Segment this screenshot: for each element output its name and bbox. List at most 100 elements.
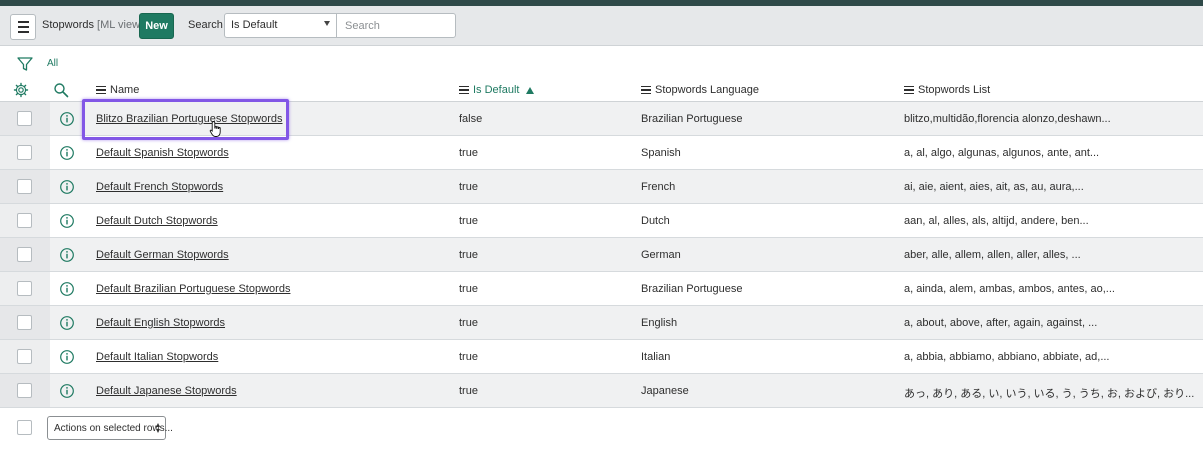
row-language: Japanese	[641, 385, 689, 397]
table-row: Default Brazilian Portuguese Stopwords t…	[0, 272, 1203, 306]
row-checkbox[interactable]	[17, 247, 32, 262]
row-checkbox[interactable]	[17, 111, 32, 126]
column-header-list-label: Stopwords List	[918, 84, 991, 96]
select-all-checkbox[interactable]	[17, 420, 32, 435]
column-header-name[interactable]: Name	[96, 84, 139, 96]
table-row: Default Italian Stopwords true Italian a…	[0, 340, 1203, 374]
row-is-default: false	[459, 113, 483, 125]
row-checkbox[interactable]	[17, 145, 32, 160]
row-stopwords-list: aan, al, alles, als, altijd, andere, ben…	[904, 215, 1089, 227]
row-name-link[interactable]: Default Italian Stopwords	[96, 351, 218, 363]
column-header-language-label: Stopwords Language	[655, 84, 759, 96]
row-stopwords-list: blitzo,multidão,florencia alonzo,deshawn…	[904, 113, 1111, 125]
info-icon[interactable]	[59, 281, 75, 297]
column-header-is-default[interactable]: Is Default	[459, 84, 535, 96]
info-icon[interactable]	[59, 315, 75, 331]
new-button[interactable]: New	[139, 13, 174, 39]
hand-cursor-icon	[209, 121, 221, 137]
info-icon[interactable]	[59, 145, 75, 161]
table-row: Blitzo Brazilian Portuguese Stopwords fa…	[0, 102, 1203, 136]
actions-select[interactable]: Actions on selected rows...	[47, 416, 173, 440]
row-name-link[interactable]: Default English Stopwords	[96, 317, 225, 329]
column-header-name-label: Name	[110, 84, 140, 96]
row-name-link[interactable]: Default French Stopwords	[96, 181, 223, 193]
list-menu-button[interactable]	[10, 14, 36, 40]
column-menu-icon[interactable]	[96, 85, 106, 95]
list-footer: Actions on selected rows...	[0, 408, 1203, 452]
search-icon[interactable]	[53, 82, 69, 98]
row-is-default: true	[459, 215, 478, 227]
search-field-value: Is Default	[231, 19, 278, 31]
table-row: Default Dutch Stopwords true Dutch aan, …	[0, 204, 1203, 238]
row-stopwords-list: a, abbia, abbiamo, abbiano, abbiate, ad,…	[904, 351, 1110, 363]
row-is-default: true	[459, 317, 478, 329]
row-language: French	[641, 181, 676, 193]
row-language: Dutch	[641, 215, 670, 227]
row-stopwords-list: a, al, algo, algunas, algunos, ante, ant…	[904, 147, 1100, 159]
info-icon[interactable]	[59, 111, 75, 127]
row-stopwords-list: aber, alle, allem, allen, aller, alles, …	[904, 249, 1081, 261]
filter-icon[interactable]	[17, 56, 33, 72]
row-language: Brazilian Portuguese	[641, 283, 743, 295]
row-stopwords-list: a, ainda, alem, ambas, ambos, antes, ao,…	[904, 283, 1115, 295]
row-name-link[interactable]: Default Dutch Stopwords	[96, 215, 218, 227]
row-checkbox[interactable]	[17, 179, 32, 194]
search-input[interactable]	[336, 13, 456, 38]
row-checkbox[interactable]	[17, 349, 32, 364]
row-stopwords-list: あっ, あり, ある, い, いう, いる, う, うち, お, および, おり…	[904, 388, 1195, 400]
search-field-select[interactable]: Is Default	[224, 13, 337, 38]
row-is-default: true	[459, 249, 478, 261]
filter-breadcrumb-all[interactable]: All	[47, 58, 58, 69]
list-title-text: Stopwords	[42, 19, 94, 31]
info-icon[interactable]	[59, 349, 75, 365]
gear-icon[interactable]	[13, 82, 29, 98]
column-header-list[interactable]: Stopwords List	[904, 84, 990, 96]
row-checkbox[interactable]	[17, 213, 32, 228]
row-language: Brazilian Portuguese	[641, 113, 743, 125]
list-title: Stopwords [ML view]	[42, 19, 143, 31]
table-row: Default Spanish Stopwords true Spanish a…	[0, 136, 1203, 170]
row-is-default: true	[459, 147, 478, 159]
menu-icon	[17, 21, 29, 23]
row-name-link[interactable]: Default Japanese Stopwords	[96, 385, 237, 397]
list-view-name: [ML view]	[97, 19, 144, 31]
row-is-default: true	[459, 351, 478, 363]
row-name-link[interactable]: Blitzo Brazilian Portuguese Stopwords	[96, 113, 282, 125]
row-name-link[interactable]: Default German Stopwords	[96, 249, 229, 261]
column-header-language[interactable]: Stopwords Language	[641, 84, 759, 96]
column-menu-icon[interactable]	[641, 85, 651, 95]
table-body: Blitzo Brazilian Portuguese Stopwords fa…	[0, 102, 1203, 408]
filter-bar: All	[0, 46, 1203, 78]
column-menu-icon[interactable]	[904, 85, 914, 95]
info-icon[interactable]	[59, 213, 75, 229]
row-language: Spanish	[641, 147, 681, 159]
row-checkbox[interactable]	[17, 315, 32, 330]
row-checkbox[interactable]	[17, 281, 32, 296]
row-is-default: true	[459, 181, 478, 193]
row-is-default: true	[459, 283, 478, 295]
table-row: Default English Stopwords true English a…	[0, 306, 1203, 340]
info-icon[interactable]	[59, 247, 75, 263]
caret-down-icon	[324, 21, 330, 26]
table-header: Name Is Default Stopwords Language Stopw…	[0, 78, 1203, 102]
row-name-link[interactable]: Default Spanish Stopwords	[96, 147, 229, 159]
row-checkbox[interactable]	[17, 383, 32, 398]
row-language: German	[641, 249, 681, 261]
list-toolbar: Stopwords [ML view] New Search Is Defaul…	[0, 6, 1203, 46]
row-language: Italian	[641, 351, 671, 363]
select-arrows-icon	[156, 423, 160, 433]
column-menu-icon[interactable]	[459, 85, 469, 95]
row-is-default: true	[459, 385, 478, 397]
row-name-link[interactable]: Default Brazilian Portuguese Stopwords	[96, 283, 290, 295]
sort-ascending-icon	[526, 86, 535, 94]
table-row: Default French Stopwords true French ai,…	[0, 170, 1203, 204]
table-row: Default Japanese Stopwords true Japanese…	[0, 374, 1203, 408]
table-row: Default German Stopwords true German abe…	[0, 238, 1203, 272]
row-language: English	[641, 317, 678, 329]
info-icon[interactable]	[59, 179, 75, 195]
column-header-is-default-label: Is Default	[473, 84, 520, 96]
row-stopwords-list: ai, aie, aient, aies, ait, as, au, aura,…	[904, 181, 1084, 193]
info-icon[interactable]	[59, 383, 75, 399]
search-label: Search	[188, 19, 223, 31]
row-stopwords-list: a, about, above, after, again, against, …	[904, 317, 1098, 329]
